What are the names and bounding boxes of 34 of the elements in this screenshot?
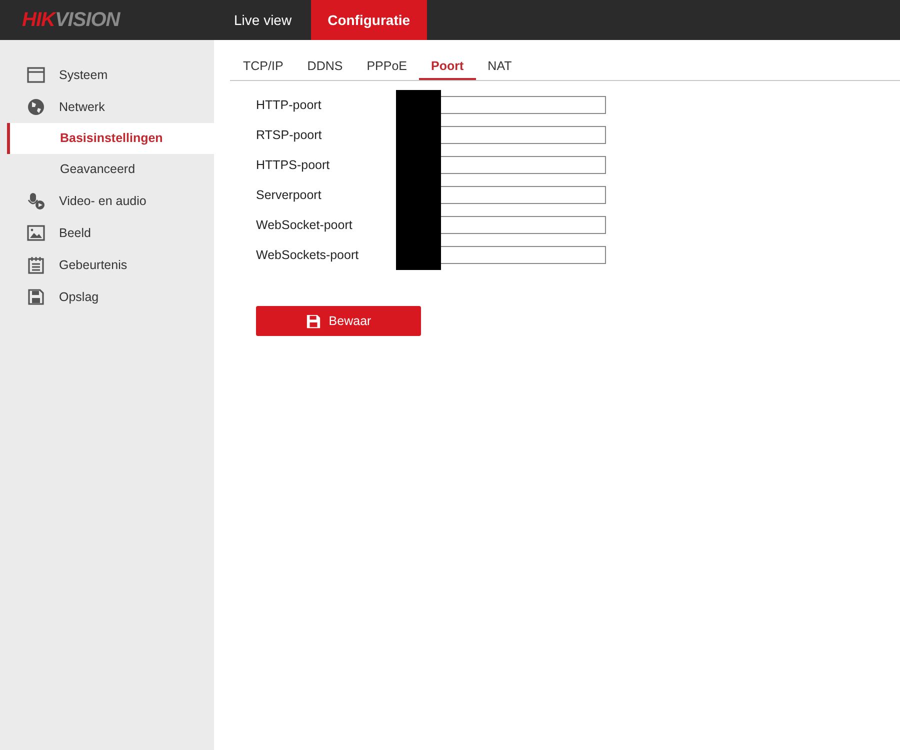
notepad-icon <box>27 256 45 274</box>
window-icon <box>27 66 45 84</box>
input-field[interactable] <box>441 246 606 264</box>
tab[interactable]: TCP/IP <box>231 54 296 80</box>
image-icon <box>27 224 45 242</box>
input-field[interactable] <box>441 126 606 144</box>
field-label: Serverpoort <box>256 186 322 204</box>
sidebar-item[interactable]: Systeem <box>0 59 214 91</box>
sidebar-subitem[interactable]: Basisinstellingen <box>7 123 214 154</box>
tab[interactable]: Poort <box>419 54 476 80</box>
logo: HIKVISION <box>21 8 122 33</box>
save-button[interactable]: Bewaar <box>256 306 421 336</box>
sidebar-item[interactable]: Beeld <box>0 217 214 249</box>
sidebar-subitem[interactable]: Geavanceerd <box>7 154 214 185</box>
input-field[interactable] <box>441 96 606 114</box>
field-label: WebSockets-poort <box>256 246 360 264</box>
field-label: RTSP-poort <box>256 126 323 144</box>
sidebar-item[interactable]: Video- en audio <box>0 185 214 217</box>
field-label: WebSocket-poort <box>256 216 354 234</box>
input-field[interactable] <box>441 156 606 174</box>
tab[interactable]: PPPoE <box>354 54 420 80</box>
microphone-icon <box>27 192 45 210</box>
sidebar-item[interactable]: Gebeurtenis <box>0 249 214 281</box>
tab[interactable]: NAT <box>476 54 524 80</box>
nav-tab[interactable]: Configuratie <box>310 0 428 40</box>
globe-icon <box>27 98 45 116</box>
field-label: HTTPS-poort <box>256 156 331 174</box>
input-field[interactable] <box>441 216 606 234</box>
tab[interactable]: DDNS <box>295 54 355 80</box>
field-label: HTTP-poort <box>256 96 322 114</box>
input-field[interactable] <box>441 186 606 204</box>
sidebar-item[interactable]: Netwerk <box>0 91 214 123</box>
sidebar-item[interactable]: Opslag <box>0 281 214 313</box>
nav-tab[interactable]: Live view <box>215 0 311 40</box>
